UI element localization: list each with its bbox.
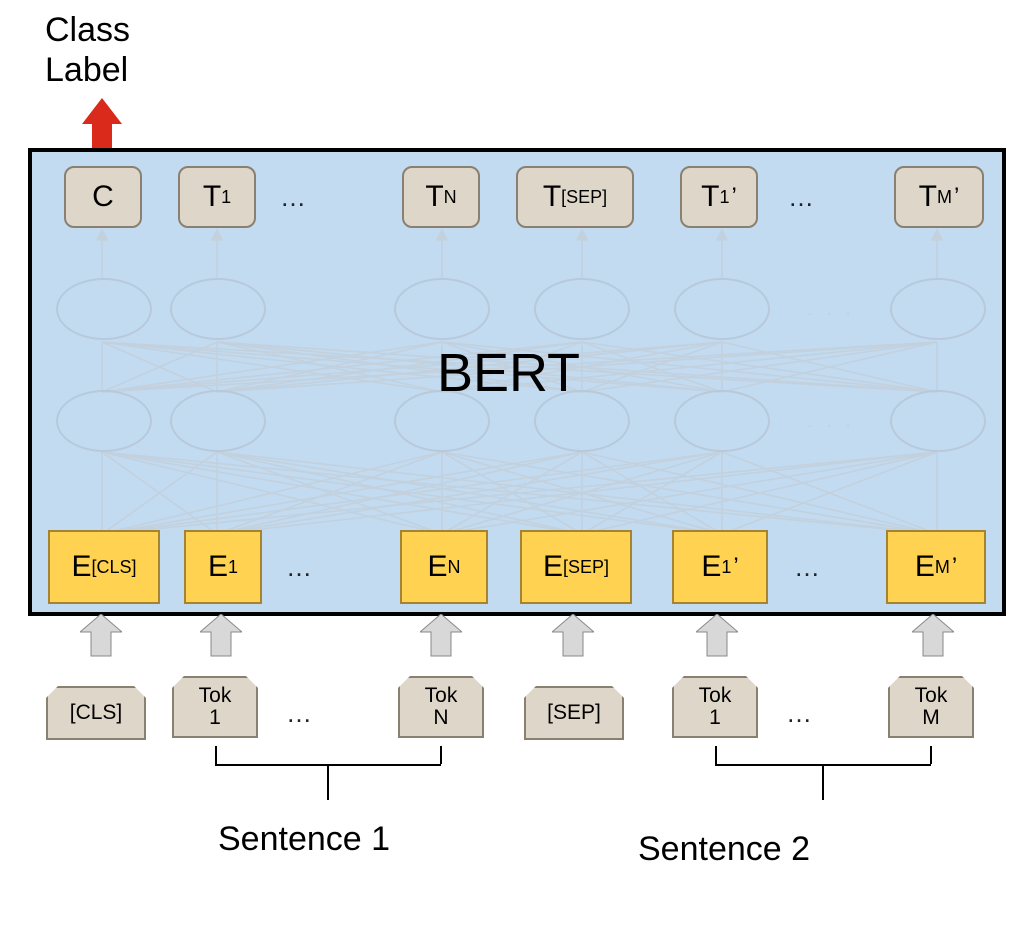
embedding-em-prime: EM’ xyxy=(886,530,986,604)
output-c: C xyxy=(64,166,142,228)
input-arrow-icon xyxy=(696,614,738,658)
bert-box: . . . . . . C T1 … TN T[SEP] T1’ … TM’ B xyxy=(28,148,1006,616)
dots: … xyxy=(276,182,310,213)
token-sep: [SEP] xyxy=(524,686,624,740)
embedding-en: EN xyxy=(400,530,488,604)
output-tsep: T[SEP] xyxy=(516,166,634,228)
model-name-label: BERT xyxy=(437,342,580,404)
input-arrow-icon xyxy=(552,614,594,658)
input-arrow-icon xyxy=(912,614,954,658)
input-arrow-icon xyxy=(200,614,242,658)
output-tn: TN xyxy=(402,166,480,228)
dots: … xyxy=(282,698,316,729)
dots: … xyxy=(790,552,824,583)
token-tokn: TokN xyxy=(398,676,484,738)
node-icon xyxy=(674,390,770,452)
token-cls: [CLS] xyxy=(46,686,146,740)
token-tok1b: Tok1 xyxy=(672,676,758,738)
embedding-esep: E[SEP] xyxy=(520,530,632,604)
faded-dots: . . . xyxy=(807,298,855,321)
output-t1-prime: T1’ xyxy=(680,166,758,228)
output-c-label: C xyxy=(92,180,114,214)
output-tm-prime: TM’ xyxy=(894,166,984,228)
embedding-e1: E1 xyxy=(184,530,262,604)
token-tok1: Tok1 xyxy=(172,676,258,738)
token-tokm: TokM xyxy=(888,676,974,738)
class-label-line1: Class xyxy=(45,10,130,50)
sentence1-label: Sentence 1 xyxy=(218,820,390,859)
input-arrow-icon xyxy=(80,614,122,658)
class-label-text: Class Label xyxy=(45,10,130,90)
node-icon xyxy=(394,278,490,340)
dots: … xyxy=(782,698,816,729)
node-icon xyxy=(890,278,986,340)
node-icon xyxy=(890,390,986,452)
node-icon xyxy=(534,278,630,340)
output-t1: T1 xyxy=(178,166,256,228)
node-icon xyxy=(56,278,152,340)
node-icon xyxy=(170,390,266,452)
faded-dots: . . . xyxy=(807,410,855,433)
class-label-line2: Label xyxy=(45,50,130,90)
sentence2-label: Sentence 2 xyxy=(638,830,810,869)
node-icon xyxy=(170,278,266,340)
dots: … xyxy=(784,182,818,213)
node-icon xyxy=(674,278,770,340)
diagram-stage: Class Label xyxy=(10,10,1022,920)
input-arrow-icon xyxy=(420,614,462,658)
node-icon xyxy=(56,390,152,452)
embedding-e1-prime: E1’ xyxy=(672,530,768,604)
dots: … xyxy=(282,552,316,583)
class-output-arrow xyxy=(82,98,122,148)
embedding-ecls: E[CLS] xyxy=(48,530,160,604)
